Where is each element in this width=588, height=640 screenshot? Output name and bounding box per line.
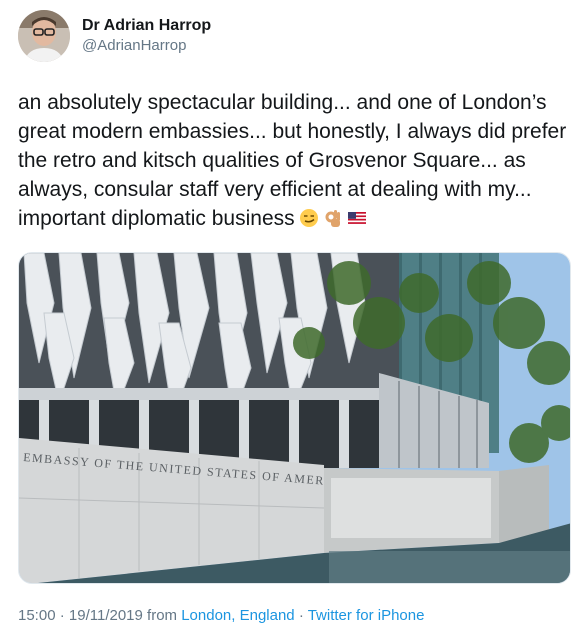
tweet-text-content: an absolutely spectacular building... an… xyxy=(18,91,567,230)
tweet-photo[interactable]: EMBASSY OF THE UNITED STATES OF AMERICA xyxy=(18,252,571,584)
us-flag-emoji xyxy=(347,212,366,224)
emoji-row xyxy=(299,208,367,228)
tweet-text: an absolutely spectacular building... an… xyxy=(18,88,573,233)
tweet-meta: 15:00 · 19/11/2019 from London, England … xyxy=(18,606,424,626)
client-link[interactable]: Twitter for iPhone xyxy=(308,607,425,624)
tweet: Dr Adrian Harrop @AdrianHarrop an absolu… xyxy=(0,0,588,640)
user-handle[interactable]: @AdrianHarrop xyxy=(82,36,211,56)
meta-separator: · xyxy=(59,607,65,624)
display-name[interactable]: Dr Adrian Harrop xyxy=(82,16,211,36)
embassy-photo: EMBASSY OF THE UNITED STATES OF AMERICA xyxy=(19,253,570,583)
smirking-face-emoji xyxy=(299,209,318,227)
location-link[interactable]: London, England xyxy=(181,607,294,624)
avatar[interactable] xyxy=(18,10,70,62)
ok-hand-emoji xyxy=(325,210,340,227)
author-names: Dr Adrian Harrop @AdrianHarrop xyxy=(82,16,211,56)
tweet-date[interactable]: 19/11/2019 xyxy=(69,607,143,624)
from-label: from xyxy=(147,607,178,624)
meta-separator-2: · xyxy=(298,607,304,624)
tweet-time[interactable]: 15:00 xyxy=(18,607,56,624)
tweet-header: Dr Adrian Harrop @AdrianHarrop xyxy=(18,8,211,64)
